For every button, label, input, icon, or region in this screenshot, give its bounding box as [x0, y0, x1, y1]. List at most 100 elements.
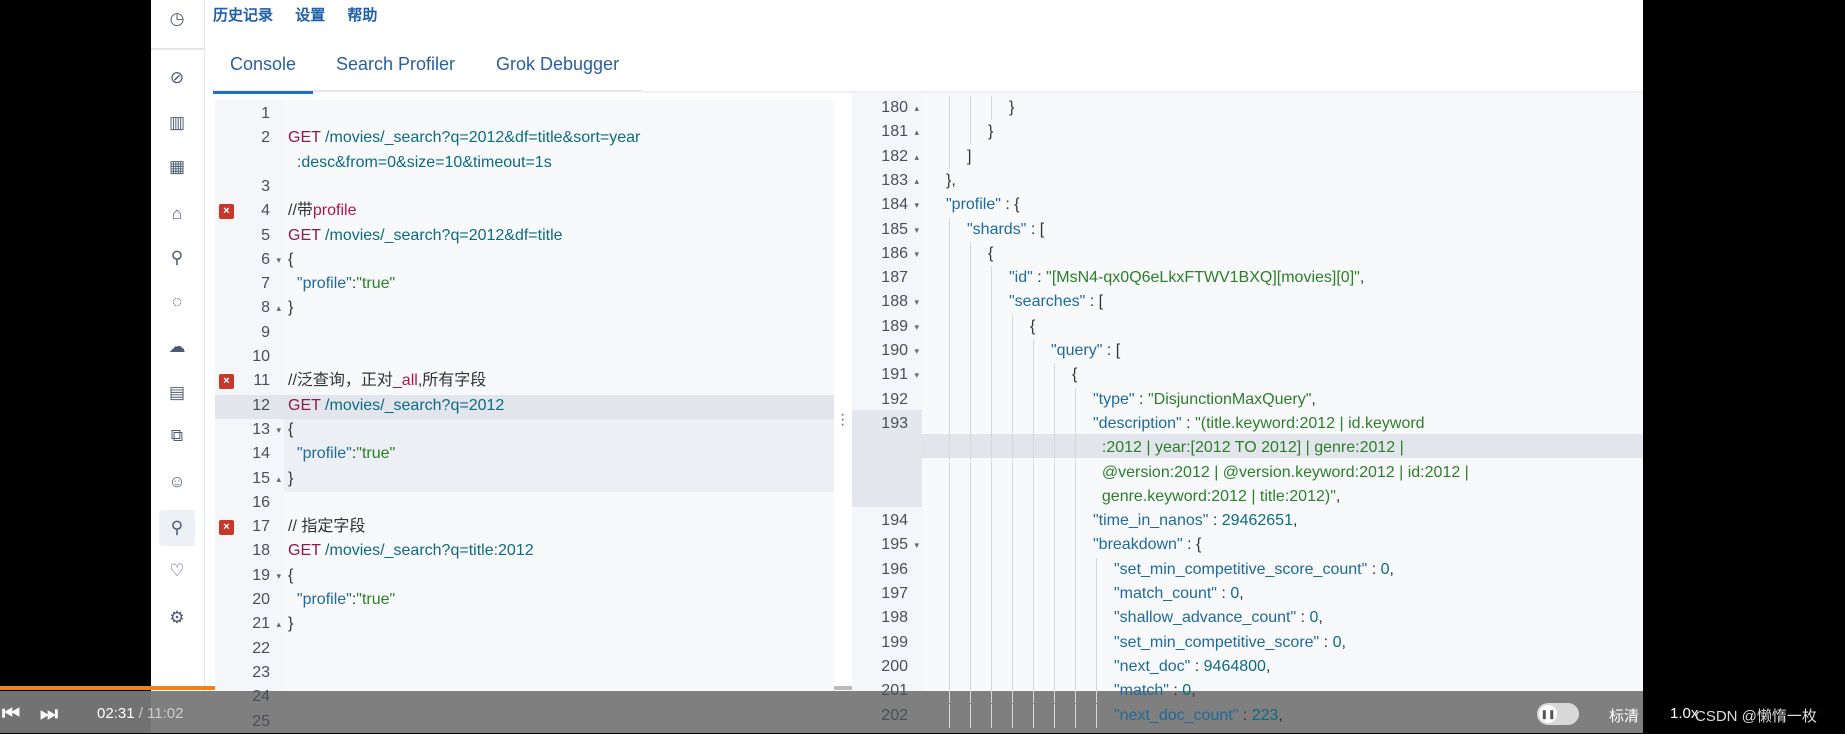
line-number: 196: [881, 560, 908, 578]
fold-toggle[interactable]: ▾: [276, 248, 281, 272]
canvas-icon[interactable]: ⌂: [163, 200, 191, 228]
visualize-icon[interactable]: ▥: [163, 109, 191, 137]
indent-guide: [1054, 703, 1055, 728]
fold-toggle[interactable]: ▾: [276, 418, 281, 442]
indent-guide: [1075, 533, 1076, 558]
indent-guide: [991, 411, 992, 437]
line-number: 188 ▾: [852, 290, 919, 314]
fold-toggle[interactable]: ▾: [914, 339, 919, 363]
code-line: genre.keyword:2012 | title:2012)",: [1093, 485, 1340, 509]
indent-guide: [970, 290, 971, 315]
code-token: /movies/_search?q=title:2012: [320, 542, 534, 560]
fold-toggle[interactable]: ▾: [914, 290, 919, 314]
logs-icon[interactable]: ▤: [163, 379, 191, 407]
menu-settings[interactable]: 设置: [295, 7, 325, 24]
fold-toggle[interactable]: ▾: [914, 218, 919, 242]
dev-tools-icon[interactable]: ⚲: [159, 510, 195, 546]
code-token: "set_min_competitive_score": [1114, 633, 1320, 651]
fold-toggle[interactable]: ▴: [914, 120, 919, 144]
indent-guide: [1054, 484, 1055, 510]
indent-guide: [949, 679, 950, 704]
indent-guide: [970, 582, 971, 607]
previous-icon[interactable]: ⏮: [2, 703, 20, 726]
tab-grok-debugger[interactable]: Grok Debugger: [496, 54, 619, 75]
indent-guide: [1012, 460, 1013, 485]
code-token: :: [1168, 682, 1183, 700]
code-token: "match_count": [1114, 585, 1217, 602]
ml-icon[interactable]: ◌: [163, 288, 191, 316]
indent-guide: [1054, 533, 1055, 558]
code-token: : [: [1085, 293, 1104, 311]
line-number: 193: [881, 414, 908, 432]
fold-toggle[interactable]: ▴: [914, 145, 919, 169]
player-time: 02:31 / 11:02: [97, 705, 184, 722]
fold-toggle[interactable]: ▴: [276, 296, 281, 320]
quality-button[interactable]: 标清: [1609, 705, 1639, 726]
compass-icon[interactable]: ⊘: [163, 64, 191, 92]
code-token: ,所有字段: [417, 372, 487, 390]
indent-guide: [1033, 387, 1034, 412]
line-number: 182 ▴: [852, 145, 919, 169]
next-icon[interactable]: ⏭: [40, 703, 58, 726]
fold-toggle[interactable]: ▴: [276, 467, 281, 491]
code-line: //带profile: [288, 199, 356, 223]
indent-guide: [1033, 679, 1034, 704]
indent-guide: [1096, 557, 1097, 582]
fold-toggle[interactable]: ▾: [914, 315, 919, 339]
indent-guide: [970, 314, 971, 339]
indent-guide: [1075, 411, 1076, 437]
pause-icon: ❚❚: [1539, 705, 1557, 723]
line-number: 16: [252, 493, 270, 511]
indent-guide: [1012, 436, 1013, 461]
code-line: //泛查询，正对_all,所有字段: [288, 369, 486, 393]
fold-toggle[interactable]: ▴: [914, 96, 919, 120]
indent-guide: [1075, 582, 1076, 607]
code-token: {: [988, 244, 994, 262]
code-token: "profile": [296, 445, 352, 463]
pause-toggle[interactable]: ❚❚: [1537, 703, 1579, 725]
code-line: }: [288, 467, 293, 491]
fold-toggle[interactable]: ▾: [914, 363, 919, 387]
fold-toggle[interactable]: ▾: [276, 564, 281, 588]
indent-guide: [991, 436, 992, 461]
line-number: 18: [252, 542, 270, 560]
indent-guide: [970, 436, 971, 461]
tab-search-profiler[interactable]: Search Profiler: [336, 54, 455, 75]
fold-toggle[interactable]: ▾: [914, 193, 919, 217]
indent-guide: [1012, 630, 1013, 655]
indent-guide: [1075, 387, 1076, 412]
infrastructure-icon[interactable]: ☁: [163, 333, 191, 361]
error-icon[interactable]: ×: [219, 520, 234, 536]
code-line: "profile":"true": [288, 272, 395, 296]
fold-toggle[interactable]: ▾: [914, 533, 919, 557]
error-icon[interactable]: ×: [219, 204, 234, 220]
management-icon[interactable]: ⚙: [163, 604, 191, 632]
menu-help[interactable]: 帮助: [347, 7, 377, 24]
monitoring-icon[interactable]: ♡: [163, 557, 191, 585]
uptime-icon[interactable]: ☺: [163, 468, 191, 496]
error-icon[interactable]: ×: [219, 374, 234, 390]
dashboard-icon[interactable]: ▦: [163, 153, 191, 181]
fold-toggle[interactable]: ▴: [276, 612, 281, 636]
fold-toggle[interactable]: ▴: [914, 169, 919, 193]
code-token: :: [1181, 414, 1196, 432]
indent-guide: [949, 630, 950, 655]
panel-resizer[interactable]: · · ·: [840, 407, 845, 433]
line-number: 198: [881, 609, 908, 627]
maps-icon[interactable]: ⚲: [163, 244, 191, 272]
apm-icon[interactable]: ⧉: [163, 422, 191, 450]
menu-history[interactable]: 历史记录: [213, 7, 273, 24]
code-token: 9464800: [1203, 657, 1266, 675]
code-line: {: [288, 418, 293, 442]
tab-console[interactable]: Console: [213, 54, 314, 94]
line-number: 200: [881, 657, 908, 675]
code-token: :: [1134, 390, 1148, 408]
clock-icon[interactable]: ◷: [163, 5, 191, 33]
indent-guide: [991, 630, 992, 655]
indent-guide: [949, 411, 950, 437]
code-token: "true": [356, 445, 396, 463]
fold-toggle[interactable]: ▾: [914, 242, 919, 266]
indent-guide: [991, 460, 992, 485]
code-token: :: [1238, 706, 1252, 724]
